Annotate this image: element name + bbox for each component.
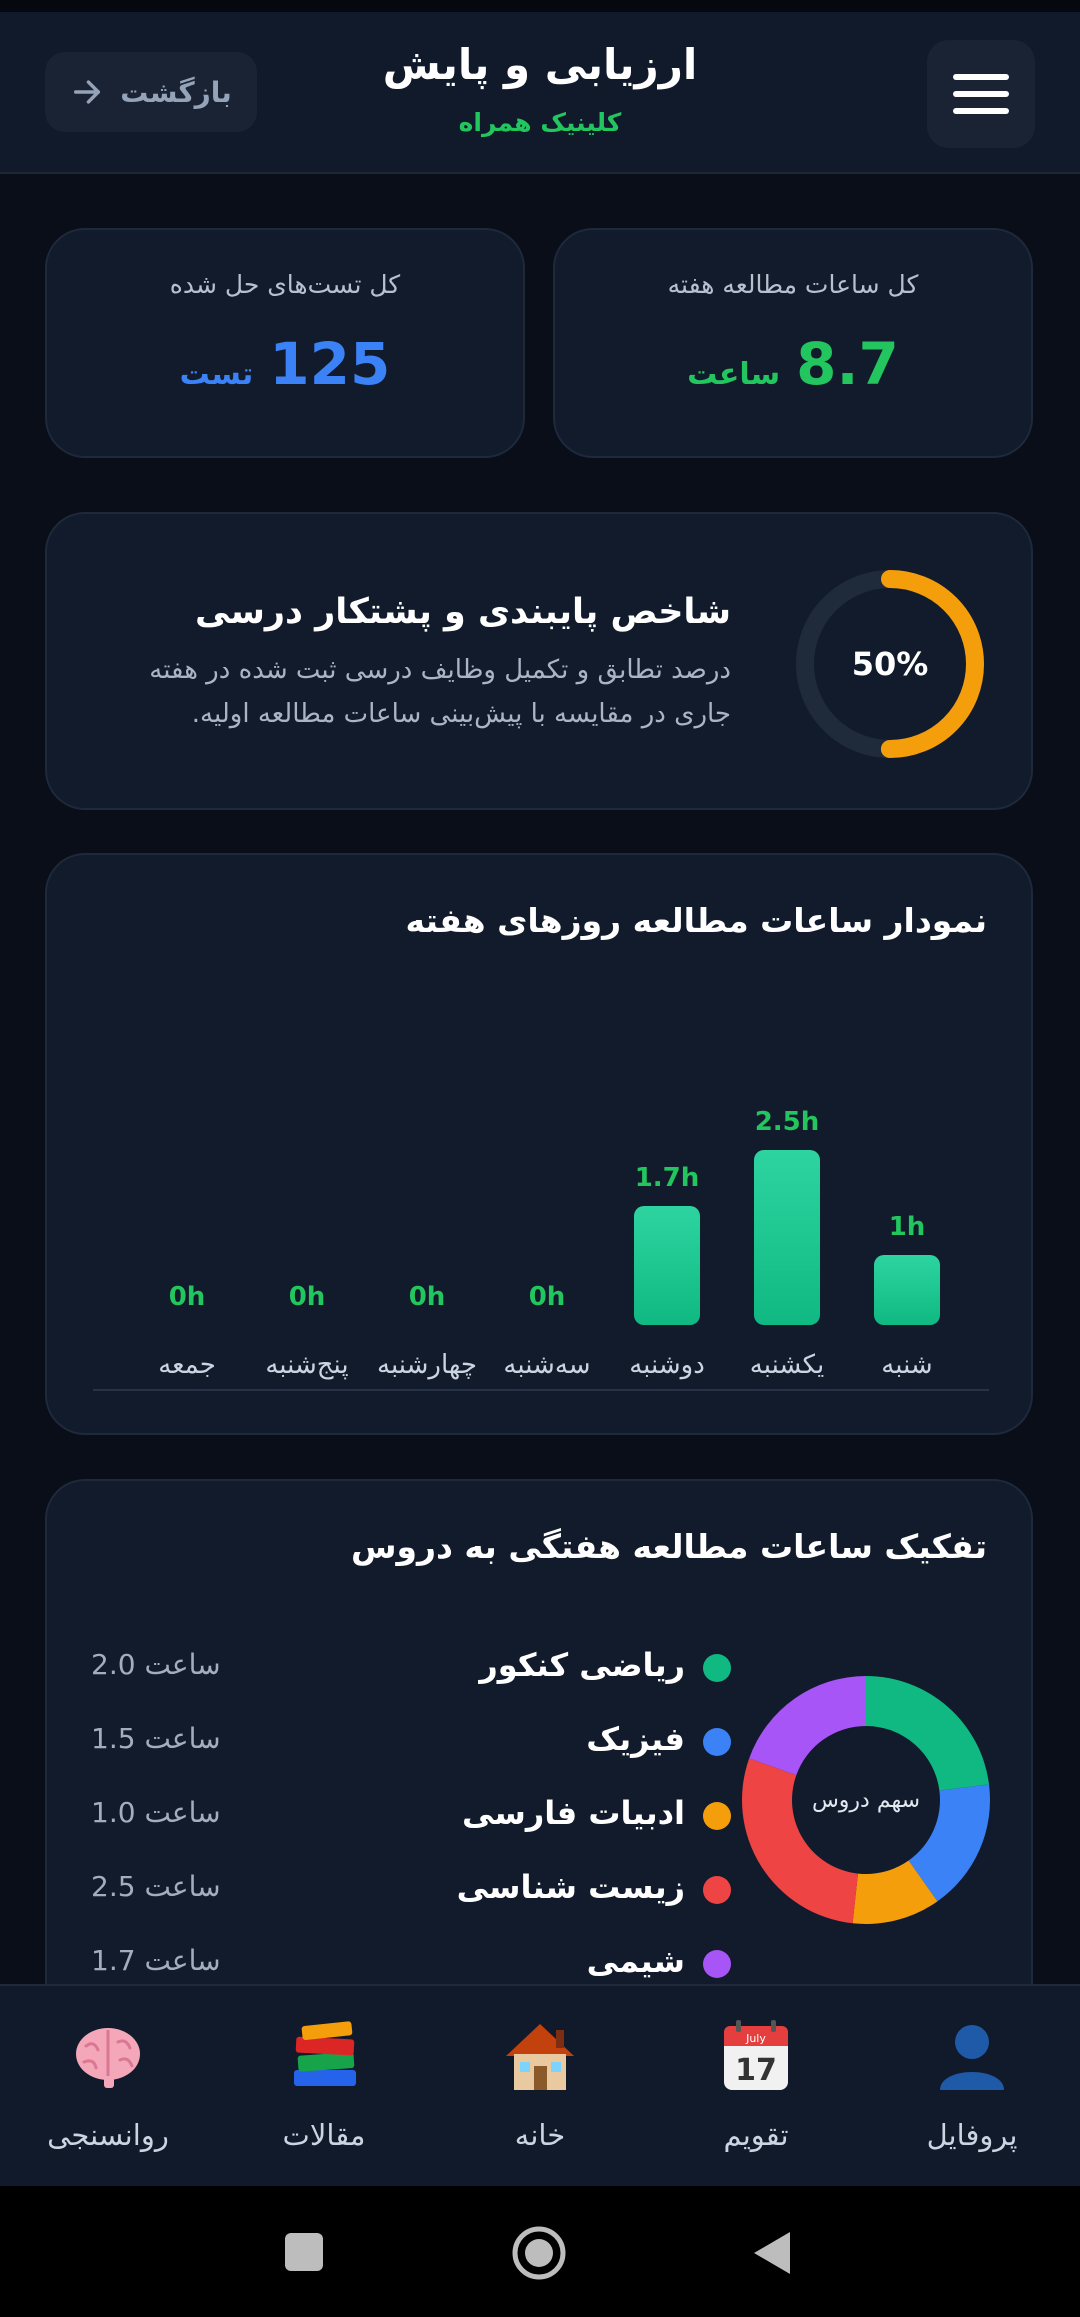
legend-subject-hours: 1.0 ساعت: [91, 1796, 221, 1829]
subjects-card: تفکیک ساعات مطالعه هفتگی به دروس سهم درو…: [45, 1479, 1033, 2039]
legend-item: فیزیک 1.5 ساعت: [91, 1712, 731, 1772]
legend-subject-name: ریاضی کنکور: [479, 1646, 685, 1684]
hours-stat-card: کل ساعات مطالعه هفته ساعت 8.7: [553, 228, 1033, 458]
hours-stat-value: ساعت 8.7: [555, 330, 1031, 398]
bar-value-label-3: 0h: [529, 1282, 566, 1312]
tests-stat-label: کل تست‌های حل شده: [169, 270, 401, 299]
nav-label-profile: پروفایل: [926, 2118, 1018, 2152]
status-strip: [0, 0, 1080, 12]
books-icon: [294, 2021, 356, 2086]
nav-label-articles: مقالات: [282, 2118, 366, 2152]
nav-item-psychometrics[interactable]: روانسنجی: [0, 1986, 216, 2188]
bar-0: [874, 1255, 940, 1325]
home-circle-icon[interactable]: [511, 2225, 567, 2281]
legend-dot: [703, 1802, 731, 1830]
tests-stat-unit: تست: [179, 357, 254, 392]
bar-2: [634, 1206, 700, 1325]
bar-category-label-1: یکشنبه: [750, 1350, 824, 1380]
legend-dot: [703, 1950, 731, 1978]
legend-subject-name: زیست شناسی: [456, 1868, 685, 1906]
back-triangle-icon[interactable]: [752, 2230, 792, 2276]
legend-dot: [703, 1728, 731, 1756]
bar-category-label-6: جمعه: [158, 1350, 216, 1380]
legend-item: زیست شناسی 2.5 ساعت: [91, 1860, 731, 1920]
calendar-icon-month: July: [745, 2032, 766, 2045]
legend-item: ادبیات فارسی 1.0 ساعت: [91, 1786, 731, 1846]
legend-dot: [703, 1876, 731, 1904]
bar-value-label-6: 0h: [169, 1282, 206, 1312]
bar-category-label-2: دوشنبه: [629, 1350, 705, 1380]
tests-stat-card: کل تست‌های حل شده تست 125: [45, 228, 525, 458]
nav-label-psychometrics: روانسنجی: [47, 2118, 169, 2152]
profile-icon: [940, 2025, 1004, 2090]
bar-value-label-1: 2.5h: [755, 1107, 820, 1137]
nav-item-articles[interactable]: مقالات: [216, 1986, 432, 2188]
legend-dot: [703, 1654, 731, 1682]
subjects-title: تفکیک ساعات مطالعه هفتگی به دروس: [350, 1527, 987, 1566]
hours-stat-label: کل ساعات مطالعه هفته: [667, 270, 919, 299]
legend-subject-name: شیمی: [586, 1942, 685, 1980]
weekly-bar-chart: 1h شنبه 2.5h یکشنبه 1.7h دوشنبه 0h سه‌شنبه 0h چها…: [93, 1107, 989, 1391]
page-subtitle: کلینیک همراه: [458, 108, 622, 137]
weekly-chart-card: نمودار ساعات مطالعه روزهای هفته 1h شنبه 2.…: [45, 853, 1033, 1435]
tests-stat-value: تست 125: [47, 330, 523, 398]
subjects-donut: سهم دروس: [740, 1674, 992, 1926]
app-header: بازگشت ارزیابی و پایش کلینیک همراه: [0, 12, 1080, 174]
legend-subject-name: ادبیات فارسی: [461, 1794, 685, 1832]
calendar-icon-day: 17: [735, 2053, 777, 2088]
menu-button[interactable]: [927, 40, 1035, 148]
adherence-card: 50% شاخص پایبندی و پشتکار درسی درصد تطاب…: [45, 512, 1033, 810]
home-icon: [506, 2024, 574, 2090]
adherence-title: شاخص پایبندی و پشتکار درسی: [195, 592, 731, 632]
adherence-description: درصد تطابق و تکمیل وظایف درسی ثبت شده در…: [149, 655, 731, 729]
calendar-icon: July 17: [724, 2020, 788, 2090]
adherence-ring: 50%: [792, 566, 988, 762]
page-title: ارزیابی و پایش: [382, 40, 698, 89]
legend-subject-hours: 2.0 ساعت: [91, 1648, 221, 1681]
nav-item-home[interactable]: خانه: [432, 1986, 648, 2188]
nav-label-calendar: تقویم: [723, 2118, 789, 2152]
legend-subject-name: فیزیک: [586, 1720, 685, 1758]
bar-1: [754, 1150, 820, 1325]
legend-item: ریاضی کنکور 2.0 ساعت: [91, 1638, 731, 1698]
adherence-percent: 50%: [851, 645, 929, 683]
hours-stat-unit: ساعت: [687, 357, 781, 392]
bottom-nav: پروفایل July 17 تقویم خانه مقالات روانسن…: [0, 1984, 1080, 2186]
nav-item-profile[interactable]: پروفایل: [864, 1986, 1080, 2188]
bar-category-label-5: پنج‌شنبه: [265, 1350, 348, 1380]
brain-icon: [76, 2028, 140, 2088]
nav-label-home: خانه: [514, 2118, 566, 2152]
recents-icon[interactable]: [284, 2232, 324, 2272]
bar-category-label-3: سه‌شنبه: [503, 1350, 590, 1380]
bar-category-label-4: چهارشنبه: [377, 1350, 477, 1380]
system-nav-bar: [0, 2186, 1080, 2317]
bar-value-label-2: 1.7h: [635, 1163, 700, 1193]
hamburger-icon: [953, 74, 1009, 114]
legend-subject-hours: 2.5 ساعت: [91, 1870, 221, 1903]
tests-stat-number: 125: [269, 330, 391, 398]
bar-value-label-4: 0h: [409, 1282, 446, 1312]
bar-category-label-0: شنبه: [881, 1350, 932, 1380]
legend-subject-hours: 1.5 ساعت: [91, 1722, 221, 1755]
donut-center-label: سهم دروس: [811, 1787, 921, 1813]
legend-subject-hours: 1.7 ساعت: [91, 1944, 221, 1977]
bar-value-label-5: 0h: [289, 1282, 326, 1312]
bar-value-label-0: 1h: [889, 1212, 926, 1242]
nav-item-calendar[interactable]: July 17 تقویم: [648, 1986, 864, 2188]
hours-stat-number: 8.7: [796, 330, 899, 398]
